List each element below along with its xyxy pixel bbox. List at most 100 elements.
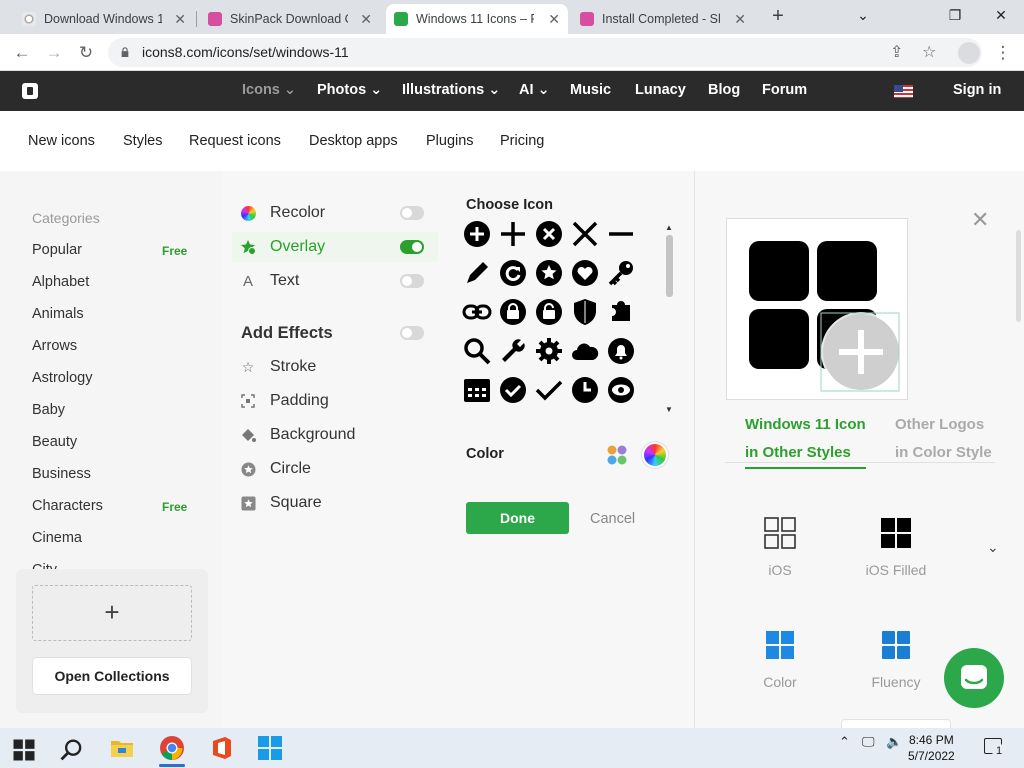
tray-chevron-up-icon[interactable]: ⌃ xyxy=(839,734,850,750)
reload-button[interactable]: ↻ xyxy=(73,40,99,66)
check-icon[interactable] xyxy=(534,375,564,405)
cloud-icon[interactable] xyxy=(570,336,600,366)
windows-start-icon[interactable] xyxy=(10,736,38,764)
browser-menu-icon[interactable]: ⋮ xyxy=(990,40,1016,66)
subnav-desktop-apps[interactable]: Desktop apps xyxy=(309,133,398,149)
volume-icon[interactable]: 🔈 xyxy=(886,734,902,750)
nav-icons[interactable]: Icons ⌄ xyxy=(242,82,296,98)
heart-circle-icon[interactable] xyxy=(570,258,600,288)
profile-avatar-icon[interactable] xyxy=(958,42,980,64)
nav-blog[interactable]: Blog xyxy=(708,82,740,98)
category-animals[interactable]: Animals xyxy=(32,306,84,322)
close-tab-icon[interactable]: ✕ xyxy=(548,11,560,28)
close-window-button[interactable]: ✕ xyxy=(978,0,1024,34)
back-button[interactable]: ← xyxy=(9,40,35,66)
text-toggle[interactable] xyxy=(400,274,424,288)
taskbar-clock[interactable]: 8:46 PM 5/7/2022 xyxy=(908,732,955,764)
minus-icon[interactable] xyxy=(606,219,636,249)
bookmark-star-icon[interactable]: ☆ xyxy=(922,42,936,62)
tab-other-logos[interactable]: Other Logos in Color Style xyxy=(895,411,992,467)
subnav-plugins[interactable]: Plugins xyxy=(426,133,474,149)
style-ios[interactable]: iOS xyxy=(725,517,835,578)
eye-icon[interactable] xyxy=(606,375,636,405)
category-arrows[interactable]: Arrows xyxy=(32,338,77,354)
category-cinema[interactable]: Cinema xyxy=(32,530,82,546)
icons8-logo-icon[interactable] xyxy=(22,83,38,99)
category-alphabet[interactable]: Alphabet xyxy=(32,274,89,290)
bell-icon[interactable] xyxy=(606,336,636,366)
subnav-pricing[interactable]: Pricing xyxy=(500,133,544,149)
nav-lunacy[interactable]: Lunacy xyxy=(635,82,686,98)
refresh-icon[interactable] xyxy=(498,258,528,288)
gear-icon[interactable] xyxy=(534,336,564,366)
minimize-button[interactable]: ⌄ xyxy=(840,0,886,34)
overlay-toggle[interactable] xyxy=(400,240,424,254)
subnav-request-icons[interactable]: Request icons xyxy=(189,133,281,149)
chat-button[interactable] xyxy=(944,648,1004,708)
effect-circle[interactable]: Circle xyxy=(240,454,436,484)
scroll-up-icon[interactable]: ▲ xyxy=(665,223,673,232)
key-icon[interactable] xyxy=(606,258,636,288)
category-beauty[interactable]: Beauty xyxy=(32,434,77,450)
star-circle-icon[interactable] xyxy=(534,258,564,288)
close-tab-icon[interactable]: ✕ xyxy=(360,11,372,28)
subnav-new-icons[interactable]: New icons xyxy=(28,133,95,149)
close-icon[interactable]: ✕ xyxy=(971,207,989,233)
chrome-icon[interactable] xyxy=(158,734,186,762)
close-tab-icon[interactable]: ✕ xyxy=(174,11,186,28)
open-collections-button[interactable]: Open Collections xyxy=(32,657,192,695)
lock-icon[interactable] xyxy=(498,297,528,327)
color-wheel-icon[interactable] xyxy=(642,442,668,468)
browser-tab-active[interactable]: Windows 11 Icons – Fr ✕ xyxy=(386,4,568,34)
windows-11-app-icon[interactable] xyxy=(256,734,284,762)
subnav-styles[interactable]: Styles xyxy=(123,133,163,149)
category-popular[interactable]: Popular xyxy=(32,242,82,258)
scroll-thumb[interactable] xyxy=(666,235,673,297)
category-astrology[interactable]: Astrology xyxy=(32,370,92,386)
close-tab-icon[interactable]: ✕ xyxy=(734,11,746,28)
effect-padding[interactable]: Padding xyxy=(240,386,436,416)
tab-other-styles[interactable]: Windows 11 Icon in Other Styles xyxy=(745,411,866,469)
network-icon[interactable]: 🖵 xyxy=(862,734,875,750)
browser-tab[interactable]: SkinPack Download Ce ✕ xyxy=(200,4,380,34)
category-baby[interactable]: Baby xyxy=(32,402,65,418)
browser-tab[interactable]: Install Completed - Ski ✕ xyxy=(572,4,754,34)
maximize-button[interactable]: ❐ xyxy=(932,0,978,34)
lock-circle-icon[interactable] xyxy=(534,297,564,327)
nav-music[interactable]: Music xyxy=(570,82,611,98)
category-business[interactable]: Business xyxy=(32,466,91,482)
recolor-toggle[interactable] xyxy=(400,206,424,220)
done-button[interactable]: Done xyxy=(466,502,569,534)
file-explorer-icon[interactable] xyxy=(108,734,136,762)
cancel-button[interactable]: Cancel xyxy=(590,511,635,527)
check-circle-icon[interactable] xyxy=(498,375,528,405)
nav-photos[interactable]: Photos ⌄ xyxy=(317,82,382,98)
plus-icon[interactable] xyxy=(498,219,528,249)
plus-circle-icon[interactable] xyxy=(462,219,492,249)
new-tab-button[interactable]: + xyxy=(766,5,790,29)
forward-button[interactable]: → xyxy=(41,40,67,66)
clock-icon[interactable] xyxy=(570,375,600,405)
style-ios-filled[interactable]: iOS Filled xyxy=(841,517,951,578)
sign-in-link[interactable]: Sign in xyxy=(953,82,1001,98)
shield-icon[interactable] xyxy=(570,297,600,327)
browser-tab[interactable]: Download Windows 11 ✕ xyxy=(14,4,194,34)
search-icon[interactable] xyxy=(462,336,492,366)
close-icon[interactable] xyxy=(570,219,600,249)
icon-grid-scrollbar[interactable]: ▲ ▼ xyxy=(663,223,675,417)
palette-icon[interactable] xyxy=(606,444,628,466)
chevron-down-icon[interactable]: ⌄ xyxy=(987,539,999,556)
share-icon[interactable]: ⇪ xyxy=(890,42,903,62)
scroll-down-icon[interactable]: ▼ xyxy=(665,405,673,414)
effect-square[interactable]: Square xyxy=(240,488,436,518)
url-bar[interactable]: icons8.com/icons/set/windows-11 ⇪ ☆ xyxy=(108,38,982,67)
add-effects-toggle[interactable] xyxy=(400,326,424,340)
style-fluency[interactable]: Fluency xyxy=(841,629,951,690)
effect-stroke[interactable]: ☆ Stroke xyxy=(240,352,436,382)
more-styles-card[interactable] xyxy=(841,719,951,728)
us-flag-icon[interactable] xyxy=(894,85,913,98)
wrench-icon[interactable] xyxy=(498,336,528,366)
office-icon[interactable] xyxy=(208,734,236,762)
search-icon[interactable] xyxy=(58,736,86,764)
puzzle-icon[interactable] xyxy=(606,297,636,327)
